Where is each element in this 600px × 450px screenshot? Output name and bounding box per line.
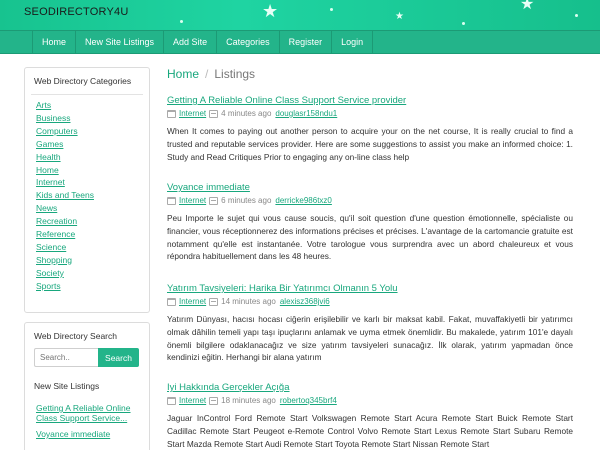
categories-panel: Web Directory Categories Arts Business C… [24,67,150,313]
listing-description: Yatırım Dünyası, hacısı hocası ciğerin e… [167,314,573,363]
new-listings-title: New Site Listings [34,381,100,391]
breadcrumb-separator: / [205,67,209,81]
listing-item: Voyance immediate Internet 6 minutes ago… [167,182,573,263]
main-nav: Home New Site Listings Add Site Categori… [0,30,600,54]
list-item: Home [36,164,149,177]
category-link-arts[interactable]: Arts [36,100,51,110]
search-title: Web Directory Search [34,331,117,341]
category-link-internet[interactable]: Internet [36,177,65,187]
star-icon: ★ [395,11,404,22]
category-link-home[interactable]: Home [36,165,59,175]
listing-user[interactable]: robertoq345brf4 [280,396,337,405]
category-link-news[interactable]: News [36,203,57,213]
listing-time: 4 minutes ago [221,109,272,118]
search-input[interactable] [34,348,98,367]
category-link-sports[interactable]: Sports [36,281,61,291]
search-panel: Web Directory Search Search New Site Lis… [24,322,150,450]
list-item: Recreation [36,215,149,228]
category-link-computers[interactable]: Computers [36,126,78,136]
category-link-shopping[interactable]: Shopping [36,255,72,265]
listing-description: When It comes to paying out another pers… [167,126,573,162]
nav-login[interactable]: Login [332,31,374,53]
star-icon: ★ [520,0,535,13]
listing-title[interactable]: Iyi Hakkında Gerçekler Açığa [167,382,573,393]
listing-time: 14 minutes ago [221,297,276,306]
folder-icon [167,396,176,405]
category-link-health[interactable]: Health [36,152,61,162]
calendar-icon [209,297,219,306]
listing-meta: Internet 6 minutes ago derricke986txz0 [167,196,573,205]
list-item: Health [36,151,149,164]
nav-categories[interactable]: Categories [217,31,280,53]
list-item: Shopping [36,254,149,267]
listing-user[interactable]: derricke986txz0 [275,196,331,205]
listing-meta: Internet 4 minutes ago douglasr158ndu1 [167,109,573,118]
list-item: Reference [36,228,149,241]
listing-item: Yatırım Tavsiyeleri: Harika Bir Yatırımc… [167,283,573,364]
nav-new-site-listings[interactable]: New Site Listings [76,31,165,53]
nav-add-site[interactable]: Add Site [164,31,218,53]
site-brand[interactable]: SEODIRECTORY4U [24,6,128,18]
new-listing-link[interactable]: Voyance immediate [36,429,144,439]
listing-title[interactable]: Voyance immediate [167,182,573,193]
category-link-society[interactable]: Society [36,268,64,278]
category-link-reference[interactable]: Reference [36,229,75,239]
breadcrumb-current: Listings [214,67,256,81]
header-banner: SEODIRECTORY4U ★ ★ ★ [0,0,600,30]
list-item: Internet [36,176,149,189]
listing-user[interactable]: alexisz368jvi6 [280,297,330,306]
categories-title: Web Directory Categories [34,76,132,86]
breadcrumb-home[interactable]: Home [167,67,199,81]
list-item: Games [36,138,149,151]
category-link-science[interactable]: Science [36,242,66,252]
search-form: Search [34,348,149,367]
listing-category[interactable]: Internet [179,109,206,118]
calendar-icon [209,196,219,205]
listing-category[interactable]: Internet [179,297,206,306]
list-item: Kids and Teens [36,189,149,202]
category-link-kids-and-teens[interactable]: Kids and Teens [36,190,94,200]
folder-icon [167,196,176,205]
listing-time: 18 minutes ago [221,396,276,405]
calendar-icon [209,396,219,405]
listing-title[interactable]: Yatırım Tavsiyeleri: Harika Bir Yatırımc… [167,283,573,294]
sparkle-icon [180,20,183,23]
new-listing-link[interactable]: Getting A Reliable Online Class Support … [36,403,144,423]
listing-description: Peu Importe le sujet qui vous cause souc… [167,213,573,262]
category-list: Arts Business Computers Games Health Hom… [25,95,149,293]
search-button[interactable]: Search [98,348,139,367]
new-listings-list: Getting A Reliable Online Class Support … [25,391,149,439]
list-item: Computers [36,125,149,138]
listing-title[interactable]: Getting A Reliable Online Class Support … [167,95,573,106]
listing-item: Getting A Reliable Online Class Support … [167,95,573,163]
folder-icon [167,297,176,306]
category-link-games[interactable]: Games [36,139,63,149]
sparkle-icon [575,14,578,17]
sparkle-icon [462,22,465,25]
category-link-recreation[interactable]: Recreation [36,216,77,226]
star-icon: ★ [262,1,279,21]
list-item: Science [36,241,149,254]
listing-meta: Internet 18 minutes ago robertoq345brf4 [167,396,573,405]
sparkle-icon [330,8,333,11]
list-item: News [36,202,149,215]
listing-time: 6 minutes ago [221,196,272,205]
list-item: Arts [36,99,149,112]
list-item: Society [36,267,149,280]
breadcrumb: Home / Listings [167,67,255,81]
listing-item: Iyi Hakkında Gerçekler Açığa Internet 18… [167,382,573,450]
listing-category[interactable]: Internet [179,196,206,205]
list-item: Sports [36,280,149,293]
listing-category[interactable]: Internet [179,396,206,405]
list-item: Business [36,112,149,125]
listing-meta: Internet 14 minutes ago alexisz368jvi6 [167,297,573,306]
listing-user[interactable]: douglasr158ndu1 [275,109,337,118]
nav-register[interactable]: Register [280,31,333,53]
calendar-icon [209,109,219,118]
nav-home[interactable]: Home [32,31,77,53]
folder-icon [167,109,176,118]
listing-description: Jaguar InControl Ford Remote Start Volks… [167,413,573,449]
category-link-business[interactable]: Business [36,113,71,123]
